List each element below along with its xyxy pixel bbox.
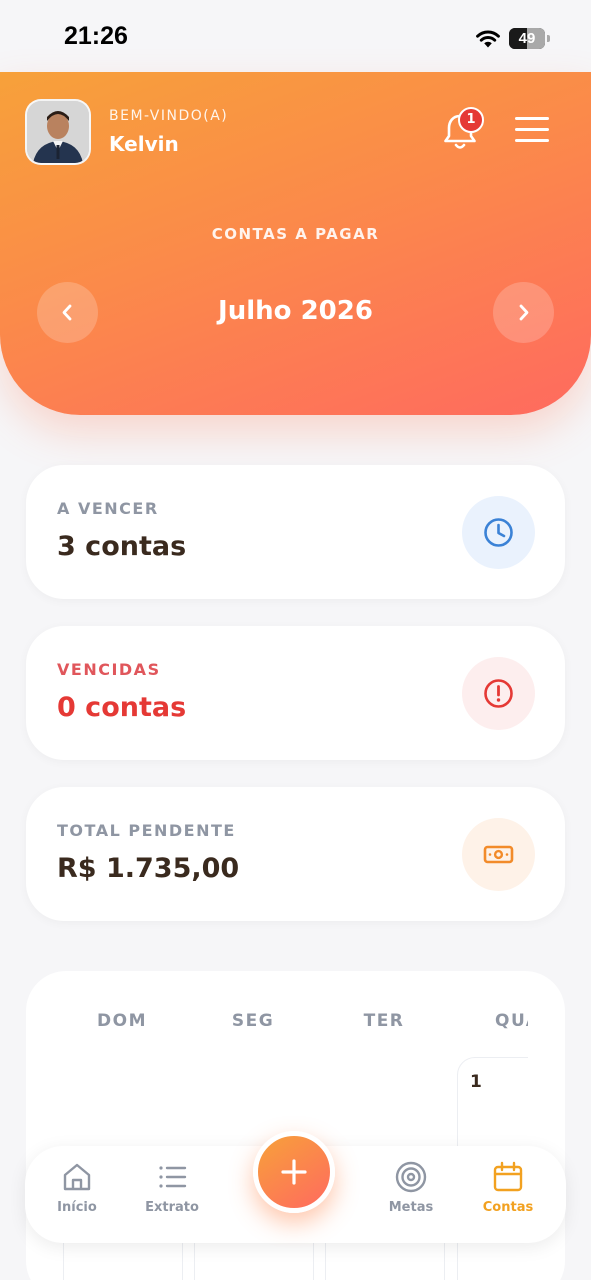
battery-tip (547, 35, 550, 42)
card-overdue[interactable]: VENCIDAS 0 contas (26, 626, 565, 760)
tab-label: Extrato (145, 1200, 199, 1215)
target-icon (395, 1161, 427, 1193)
card-label: VENCIDAS (57, 660, 161, 679)
battery-level: 49 (518, 30, 536, 47)
tab-label: Metas (388, 1200, 434, 1215)
clock-icon (484, 518, 513, 547)
tab-extrato[interactable]: Extrato (132, 1160, 212, 1234)
card-icon-wrap (462, 657, 535, 730)
header: BEM-VINDO(A) Kelvin 1 CONTAS A PAGAR Jul… (0, 72, 591, 415)
battery-indicator: 49 (509, 28, 545, 49)
plus-icon (281, 1159, 307, 1185)
home-icon (63, 1163, 91, 1191)
section-label: CONTAS A PAGAR (211, 225, 380, 243)
calendar-icon (493, 1161, 523, 1192)
notification-badge: 1 (458, 107, 484, 133)
day-number: 1 (470, 1072, 482, 1092)
add-button[interactable] (253, 1131, 335, 1213)
card-value: 0 contas (57, 692, 187, 723)
card-label: A VENCER (57, 499, 159, 518)
weekday-label: SEG (231, 1011, 275, 1031)
weekday-label: TER (363, 1011, 405, 1031)
card-due-soon[interactable]: A VENCER 3 contas (26, 465, 565, 599)
card-value: R$ 1.735,00 (57, 853, 240, 884)
money-icon (483, 845, 514, 864)
tab-label: Contas (482, 1200, 534, 1215)
list-icon (159, 1166, 187, 1188)
card-icon-wrap (462, 496, 535, 569)
tab-metas[interactable]: Metas (371, 1160, 451, 1234)
card-label: TOTAL PENDENTE (57, 821, 236, 840)
next-month-button[interactable] (493, 282, 554, 343)
card-icon-wrap (462, 818, 535, 891)
card-value: 3 contas (57, 531, 187, 562)
card-total-pending[interactable]: TOTAL PENDENTE R$ 1.735,00 (26, 787, 565, 921)
status-time: 21:26 (64, 22, 128, 50)
menu-icon[interactable] (515, 117, 555, 149)
weekday-label: QUA (495, 1011, 528, 1031)
tab-contas[interactable]: Contas (468, 1160, 548, 1234)
wifi-icon (476, 30, 500, 48)
tab-label: Início (57, 1200, 97, 1215)
alert-circle-icon (484, 679, 513, 708)
tab-inicio[interactable]: Início (37, 1160, 117, 1234)
status-bar: 21:26 49 (0, 0, 591, 72)
avatar[interactable] (25, 99, 91, 165)
welcome-text: BEM-VINDO(A) (109, 108, 229, 124)
username: Kelvin (109, 132, 179, 156)
weekday-label: DOM (97, 1011, 147, 1031)
chevron-right-icon (519, 304, 529, 321)
